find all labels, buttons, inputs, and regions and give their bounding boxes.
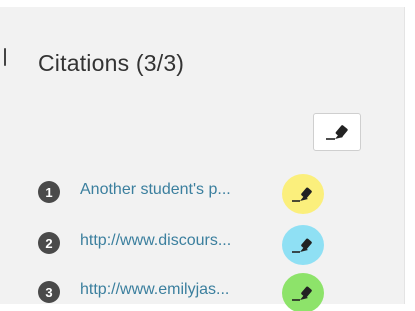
highlighter-icon <box>291 234 315 256</box>
citations-title: Citations (3/3) <box>38 50 185 76</box>
citations-panel: Citations (3/3) 1 Another student's p... <box>0 7 405 311</box>
citation-color-marker[interactable] <box>282 273 324 311</box>
highlighter-icon <box>291 183 315 205</box>
panel-edge-marker <box>4 48 6 66</box>
citation-number-badge: 3 <box>38 281 60 303</box>
citation-row: 3 http://www.emilyjas... <box>38 277 378 307</box>
citation-link[interactable]: http://www.emilyjas... <box>80 281 229 299</box>
citation-color-marker[interactable] <box>282 174 324 214</box>
citation-color-marker[interactable] <box>282 225 324 265</box>
highlighter-tool-button[interactable] <box>313 113 361 151</box>
citation-link[interactable]: http://www.discours... <box>80 232 231 250</box>
citation-row: 2 http://www.discours... <box>38 228 378 258</box>
citation-number-badge: 2 <box>38 232 60 254</box>
citation-number-badge: 1 <box>38 181 60 203</box>
screenshot-frame: Citations (3/3) 1 Another student's p... <box>0 0 415 311</box>
highlighter-icon <box>323 120 351 144</box>
citation-link[interactable]: Another student's p... <box>80 181 231 199</box>
citation-row: 1 Another student's p... <box>38 177 378 207</box>
highlighter-icon <box>291 282 315 304</box>
